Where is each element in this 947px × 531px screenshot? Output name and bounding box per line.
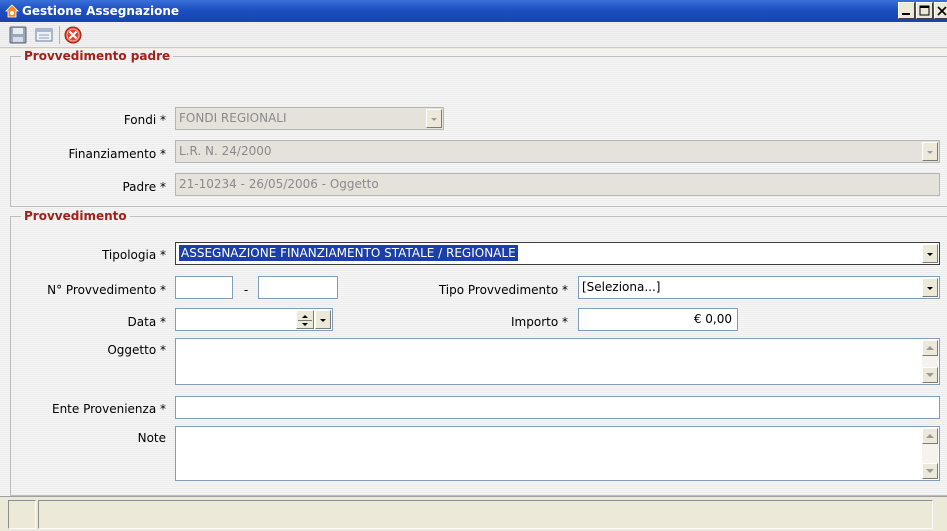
group-title-padre: Provvedimento padre [24, 49, 171, 63]
scroll-down-button[interactable] [922, 463, 938, 479]
arrow-up-icon [926, 346, 934, 350]
label-fondi: Fondi * [123, 113, 166, 127]
finanziamento-select[interactable]: L.R. N. 24/2000 [175, 140, 940, 163]
close-icon [937, 6, 947, 16]
padre-value: 21-10234 - 26/05/2006 - Oggetto [179, 177, 379, 191]
toolbar [0, 22, 947, 48]
status-panel-left [8, 500, 36, 529]
label-tipologia: Tipologia * [101, 248, 166, 262]
tipologia-value: ASSEGNAZIONE FINANZIAMENTO STATALE / REG… [179, 245, 518, 261]
app-icon [5, 4, 19, 18]
chevron-down-icon [320, 319, 326, 322]
close-circle-icon [64, 26, 82, 44]
finanziamento-value: L.R. N. 24/2000 [179, 144, 272, 158]
finanziamento-dropdown-button[interactable] [922, 142, 938, 161]
window-title: Gestione Assegnazione [22, 4, 180, 18]
chevron-down-icon [927, 151, 933, 154]
label-numero: N° Provvedimento * [47, 283, 166, 297]
data-field[interactable] [175, 308, 333, 331]
maximize-button[interactable] [916, 2, 933, 19]
label-finanziamento: Finanziamento * [68, 147, 166, 161]
fondi-select[interactable]: FONDI REGIONALI [175, 107, 444, 130]
chevron-down-icon [927, 287, 933, 290]
list-icon [35, 28, 53, 42]
oggetto-scrollbar[interactable] [922, 340, 938, 383]
minimize-button[interactable] [898, 2, 915, 19]
cancel-button[interactable] [63, 25, 85, 45]
save-button[interactable] [8, 25, 30, 45]
arrow-down-icon [926, 373, 934, 377]
ente-field[interactable] [175, 396, 940, 419]
numero-separator: - [243, 283, 249, 297]
scroll-up-button[interactable] [922, 428, 938, 444]
fondi-dropdown-button[interactable] [426, 109, 442, 128]
save-icon [9, 26, 27, 44]
toolbar-separator [59, 26, 60, 44]
importo-field[interactable]: € 0,00 [578, 308, 738, 331]
minimize-icon [902, 13, 910, 15]
label-oggetto: Oggetto * [107, 343, 166, 357]
chevron-down-icon [927, 253, 933, 256]
status-panel-main [38, 500, 933, 529]
label-data: Data * [127, 315, 166, 329]
spinner-arrows-icon [298, 315, 312, 326]
arrow-up-icon [926, 434, 934, 438]
oggetto-textarea[interactable] [175, 338, 940, 385]
maximize-icon [919, 5, 930, 16]
group-title-provvedimento: Provvedimento [24, 209, 127, 223]
scroll-down-button[interactable] [922, 367, 938, 383]
close-window-button[interactable] [934, 2, 947, 19]
tipologia-select[interactable]: ASSEGNAZIONE FINANZIAMENTO STATALE / REG… [175, 242, 940, 265]
status-bar [0, 496, 947, 531]
tipo-provvedimento-select[interactable]: [Seleziona...] [578, 276, 940, 299]
form-area: Provvedimento padre Fondi * FONDI REGION… [0, 49, 947, 496]
chevron-down-icon [431, 118, 437, 121]
note-textarea[interactable] [175, 426, 940, 481]
numero-field-b[interactable] [258, 276, 338, 299]
padre-field[interactable]: 21-10234 - 26/05/2006 - Oggetto [175, 173, 940, 196]
tipo-provvedimento-dropdown-button[interactable] [922, 278, 938, 297]
date-dropdown-button[interactable] [315, 310, 331, 329]
label-note: Note [137, 431, 166, 445]
list-button[interactable] [34, 25, 56, 45]
fondi-value: FONDI REGIONALI [179, 111, 287, 125]
arrow-down-icon [926, 469, 934, 473]
label-ente: Ente Provenienza * [51, 402, 166, 416]
tipo-provvedimento-value: [Seleziona...] [582, 280, 661, 294]
label-padre: Padre * [122, 180, 166, 194]
date-spinner[interactable] [296, 310, 314, 329]
label-tipo-provvedimento: Tipo Provvedimento * [438, 283, 568, 297]
tipologia-dropdown-button[interactable] [922, 244, 938, 263]
numero-field-a[interactable] [175, 276, 233, 299]
note-scrollbar[interactable] [922, 428, 938, 479]
label-importo: Importo * [511, 315, 568, 329]
scroll-up-button[interactable] [922, 340, 938, 356]
window-titlebar: Gestione Assegnazione [0, 0, 947, 22]
